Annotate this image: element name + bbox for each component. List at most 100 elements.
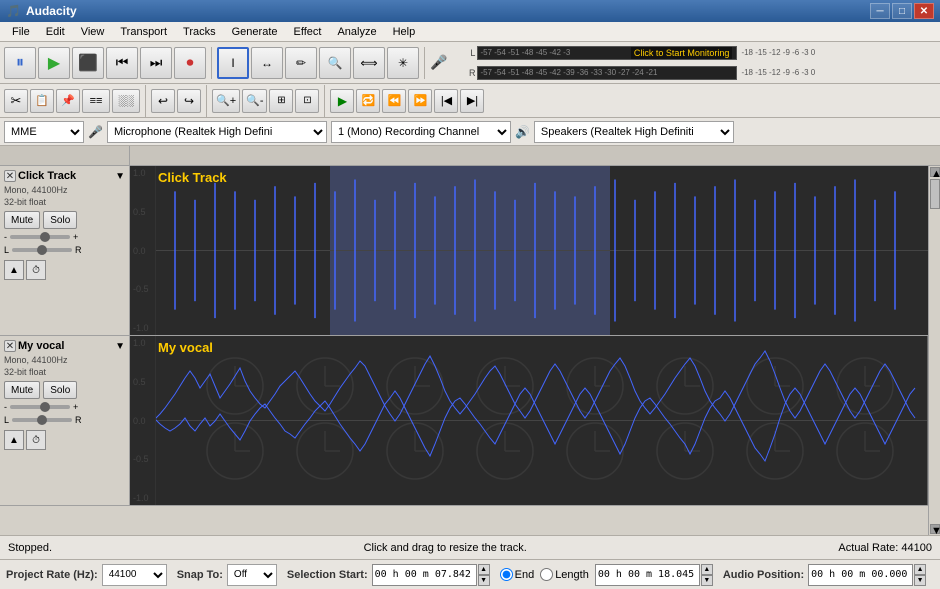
snap-select[interactable]: Off bbox=[227, 564, 277, 586]
menu-generate[interactable]: Generate bbox=[224, 24, 286, 40]
rewind-button[interactable]: ⏮ bbox=[106, 47, 138, 79]
vocal-track-controls: ✕ My vocal ▼ Mono, 44100Hz32-bit float M… bbox=[0, 336, 130, 505]
vocal-track-close[interactable]: ✕ bbox=[4, 340, 16, 352]
click-to-monitor[interactable]: Click to Start Monitoring bbox=[631, 47, 733, 59]
vu-bar-bottom[interactable]: -57 -54 -51 -48 -45 -42 -39 -36 -33 -30 … bbox=[477, 66, 737, 80]
snap-to-label: Snap To: bbox=[177, 569, 223, 581]
vocal-track-waveform[interactable]: 1.0 0.5 0.0 -0.5 -1.0 My vocal bbox=[130, 336, 928, 505]
click-gain-slider[interactable] bbox=[10, 235, 70, 239]
click-waveform-svg bbox=[155, 166, 928, 335]
click-pan-slider[interactable] bbox=[12, 248, 72, 252]
audio-pos-input[interactable] bbox=[808, 564, 913, 586]
zoom-tool[interactable]: 🔍 bbox=[319, 47, 351, 79]
end-input[interactable] bbox=[595, 564, 700, 586]
fwd-button[interactable]: ⏩ bbox=[408, 89, 432, 113]
menu-effect[interactable]: Effect bbox=[286, 24, 330, 40]
audio-host-select[interactable]: MME bbox=[4, 121, 84, 143]
pause-button[interactable]: ⏸ bbox=[4, 47, 36, 79]
end-display: ▲ ▼ bbox=[595, 564, 713, 586]
sel-start-input[interactable] bbox=[372, 564, 477, 586]
audio-pos-up[interactable]: ▲ bbox=[914, 564, 926, 575]
maximize-button[interactable]: □ bbox=[892, 3, 912, 19]
zoom-in-button[interactable]: 🔍+ bbox=[212, 89, 240, 113]
forward-button[interactable]: ⏭ bbox=[140, 47, 172, 79]
skip-fwd[interactable]: ▶| bbox=[460, 89, 484, 113]
transport-toolbar: ⏸ ▶ ⬛ ⏮ ⏭ ⏺ I ↔ ✏ 🔍 ⟺ ✳ 🎤 L -57 -54 -51 … bbox=[0, 42, 940, 84]
redo-button[interactable]: ↪ bbox=[177, 89, 201, 113]
vocal-mute-button[interactable]: Mute bbox=[4, 381, 40, 399]
stop-button[interactable]: ⬛ bbox=[72, 47, 104, 79]
length-radio[interactable] bbox=[540, 568, 553, 581]
vertical-scrollbar[interactable]: ▲ ▼ bbox=[928, 166, 940, 535]
menu-analyze[interactable]: Analyze bbox=[329, 24, 384, 40]
back-button[interactable]: ⏪ bbox=[382, 89, 406, 113]
paste-button[interactable]: 📌 bbox=[56, 89, 80, 113]
click-solo-button[interactable]: Solo bbox=[43, 211, 77, 229]
click-track-info: Mono, 44100Hz32-bit float bbox=[4, 185, 125, 208]
end-spinner: ▲ ▼ bbox=[701, 564, 713, 586]
close-button[interactable]: ✕ bbox=[914, 3, 934, 19]
menu-transport[interactable]: Transport bbox=[112, 24, 175, 40]
click-timer-btn[interactable]: ⏱ bbox=[26, 260, 46, 280]
silence-button[interactable]: ░░ bbox=[112, 89, 140, 113]
project-rate-select[interactable]: 44100 bbox=[102, 564, 167, 586]
vocal-timer-btn[interactable]: ⏱ bbox=[26, 430, 46, 450]
click-track-arrow[interactable]: ▼ bbox=[115, 171, 125, 182]
vocal-pan-slider[interactable] bbox=[12, 418, 72, 422]
timeline-ruler[interactable]: -5 0 5 10 15 20 25 30 bbox=[0, 146, 940, 166]
select-tool[interactable]: I bbox=[217, 47, 249, 79]
timeshift-tool[interactable]: ⟺ bbox=[353, 47, 385, 79]
end-up[interactable]: ▲ bbox=[701, 564, 713, 575]
cut-button[interactable]: ✂ bbox=[4, 89, 28, 113]
record-button[interactable]: ⏺ bbox=[174, 47, 206, 79]
copy-button[interactable]: 📋 bbox=[30, 89, 54, 113]
menu-help[interactable]: Help bbox=[385, 24, 424, 40]
draw-tool[interactable]: ✏ bbox=[285, 47, 317, 79]
status-right: Actual Rate: 44100 bbox=[838, 542, 932, 554]
click-track-close[interactable]: ✕ bbox=[4, 170, 16, 182]
zoom-sel-button[interactable]: ⊞ bbox=[269, 89, 293, 113]
undo-button[interactable]: ↩ bbox=[151, 89, 175, 113]
audio-pos-down[interactable]: ▼ bbox=[914, 575, 926, 586]
vocal-collapse-btn[interactable]: ▲ bbox=[4, 430, 24, 450]
click-track: ✕ Click Track ▼ Mono, 44100Hz32-bit floa… bbox=[0, 166, 928, 336]
length-radio-label[interactable]: Length bbox=[540, 568, 589, 581]
vocal-solo-button[interactable]: Solo bbox=[43, 381, 77, 399]
click-track-name: Click Track bbox=[18, 170, 113, 182]
channel-select[interactable]: 1 (Mono) Recording Channel bbox=[331, 121, 511, 143]
vocal-ylabel: 1.0 0.5 0.0 -0.5 -1.0 bbox=[133, 336, 155, 505]
envelope-tool[interactable]: ↔ bbox=[251, 47, 283, 79]
click-track-waveform[interactable]: 1.0 0.5 0.0 -0.5 -1.0 Click Track bbox=[130, 166, 928, 335]
sel-start-down[interactable]: ▼ bbox=[478, 575, 490, 586]
scroll-up-btn[interactable]: ▲ bbox=[930, 167, 940, 177]
click-collapse-btn[interactable]: ▲ bbox=[4, 260, 24, 280]
loop-button[interactable]: 🔁 bbox=[356, 89, 380, 113]
multi-tool[interactable]: ✳ bbox=[387, 47, 419, 79]
menu-view[interactable]: View bbox=[73, 24, 113, 40]
click-mute-button[interactable]: Mute bbox=[4, 211, 40, 229]
menu-file[interactable]: File bbox=[4, 24, 38, 40]
play-green[interactable]: ▶ bbox=[330, 89, 354, 113]
sep-edit3 bbox=[324, 85, 325, 117]
vu-bar-top[interactable]: -57 -54 -51 -48 -45 -42 -3 Click to Star… bbox=[477, 46, 737, 60]
end-down[interactable]: ▼ bbox=[701, 575, 713, 586]
minimize-button[interactable]: ─ bbox=[870, 3, 890, 19]
end-radio-label[interactable]: End bbox=[500, 568, 535, 581]
scroll-thumb[interactable] bbox=[930, 179, 940, 209]
vocal-gain-slider[interactable] bbox=[10, 405, 70, 409]
skip-back[interactable]: |◀ bbox=[434, 89, 458, 113]
scroll-down-btn[interactable]: ▼ bbox=[930, 524, 940, 534]
menu-edit[interactable]: Edit bbox=[38, 24, 73, 40]
zoom-out-button[interactable]: 🔍- bbox=[242, 89, 267, 113]
zoom-fit-button[interactable]: ⊡ bbox=[295, 89, 319, 113]
end-radio[interactable] bbox=[500, 568, 513, 581]
play-button[interactable]: ▶ bbox=[38, 47, 70, 79]
sel-start-label: Selection Start: bbox=[287, 569, 368, 581]
menu-tracks[interactable]: Tracks bbox=[175, 24, 224, 40]
input-device-select[interactable]: Microphone (Realtek High Defini bbox=[107, 121, 327, 143]
sel-start-up[interactable]: ▲ bbox=[478, 564, 490, 575]
vocal-track-arrow[interactable]: ▼ bbox=[115, 341, 125, 352]
output-device-select[interactable]: Speakers (Realtek High Definiti bbox=[534, 121, 734, 143]
vu-meters: L -57 -54 -51 -48 -45 -42 -3 Click to St… bbox=[455, 44, 815, 82]
trim-button[interactable]: ≡≡ bbox=[82, 89, 110, 113]
